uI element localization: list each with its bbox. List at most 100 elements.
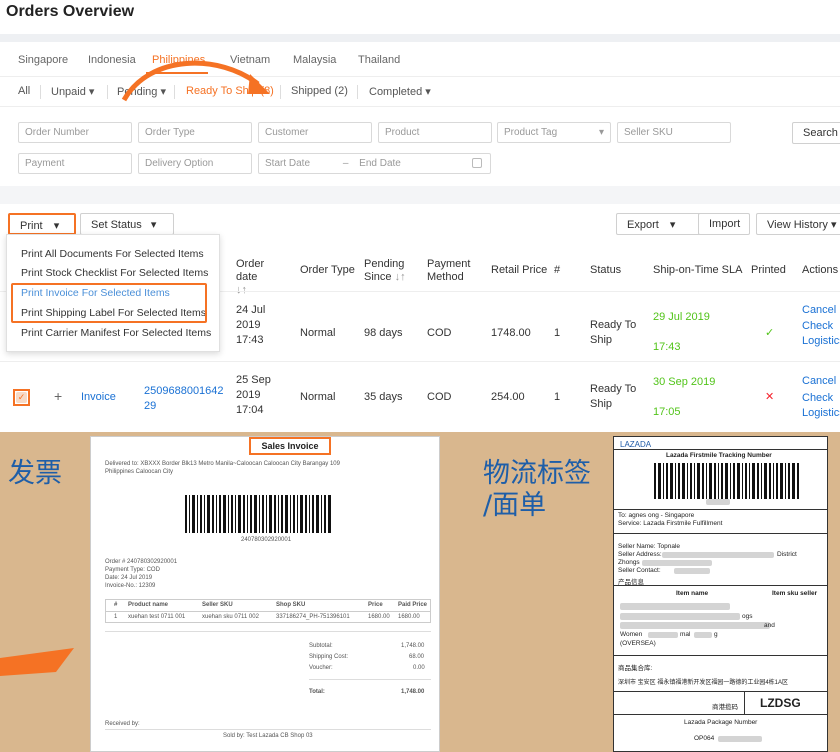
col-paid-price: Paid Price bbox=[398, 602, 428, 608]
status-tab-completed[interactable]: Completed ▾ bbox=[369, 85, 431, 98]
item-price: 1680.00 bbox=[368, 614, 390, 620]
ogs-text: ogs bbox=[742, 613, 753, 620]
sort-icon: ↓↑ bbox=[236, 284, 247, 296]
invoice-number: Invoice-No.: 12309 bbox=[105, 583, 156, 589]
subtotal-value: 1,748.00 bbox=[401, 643, 425, 649]
expand-plus-icon[interactable]: + bbox=[54, 389, 62, 404]
customer-input[interactable]: Customer bbox=[258, 122, 372, 143]
order-number-link[interactable]: 250968800164229 bbox=[144, 384, 226, 414]
menu-item-print-stock-checklist[interactable]: Print Stock Checklist For Selected Items bbox=[21, 267, 208, 279]
price-cell: 1748.00 bbox=[491, 327, 531, 339]
view-history-button[interactable]: View History ▾ bbox=[756, 213, 840, 235]
import-button[interactable]: Import bbox=[698, 213, 750, 235]
received-by: Received by: bbox=[105, 721, 140, 727]
column-header-printed: Printed bbox=[751, 264, 786, 276]
cancel-link[interactable]: Cancel bbox=[802, 303, 836, 318]
payment-type: Payment Type: COD bbox=[105, 567, 160, 573]
col-price: Price bbox=[368, 602, 383, 608]
status-tab-unpaid[interactable]: Unpaid ▾ bbox=[51, 85, 94, 98]
item-shop-sku: 337186274_PH-751396101 bbox=[276, 614, 350, 620]
product-tag-select[interactable]: Product Tag ▾ bbox=[497, 122, 611, 143]
calendar-icon bbox=[472, 158, 482, 168]
divider bbox=[40, 85, 41, 99]
product-input[interactable]: Product bbox=[378, 122, 492, 143]
seller-address: Seller Address: bbox=[618, 551, 662, 558]
status-tab-shipped[interactable]: Shipped (2) bbox=[291, 85, 348, 97]
tab-malaysia[interactable]: Malaysia bbox=[293, 54, 336, 66]
divider bbox=[614, 449, 827, 450]
status-cell: Ready To Ship bbox=[590, 383, 637, 410]
cancel-link[interactable]: Cancel bbox=[802, 374, 836, 389]
divider bbox=[0, 186, 840, 204]
label-caption-line2: /面单 bbox=[483, 490, 547, 521]
export-label: Export bbox=[627, 219, 659, 231]
divider bbox=[105, 631, 431, 632]
checkbox[interactable]: ✓ bbox=[16, 392, 27, 403]
divider bbox=[0, 361, 840, 362]
qty-cell: 1 bbox=[554, 327, 561, 339]
lazada-logo: LAZADA bbox=[620, 440, 652, 449]
divider bbox=[107, 85, 108, 99]
order-type-input[interactable]: Order Type bbox=[138, 122, 252, 143]
column-header-payment-method: Payment Method bbox=[427, 258, 471, 283]
menu-item-print-all-documents[interactable]: Print All Documents For Selected Items bbox=[21, 248, 204, 260]
column-header-status: Status bbox=[590, 264, 622, 276]
sort-icon: ↓↑ bbox=[394, 271, 406, 283]
divider bbox=[0, 34, 840, 42]
delivery-option-input[interactable]: Delivery Option bbox=[138, 153, 252, 174]
menu-item-print-carrier-manifest[interactable]: Print Carrier Manifest For Selected Item… bbox=[21, 327, 211, 339]
warehouse-label: 商品集合库: bbox=[618, 665, 653, 672]
set-status-button[interactable]: Set Status ▾ bbox=[80, 213, 174, 235]
warehouse-address: 深圳市 宝安区 福永镇福港新开发区福园一路德的工业园4栋1A区 bbox=[618, 680, 789, 686]
order-date-value: 25 Sep 2019 bbox=[236, 374, 271, 401]
subtotal-label: Subtotal: bbox=[309, 643, 333, 649]
order-date: 25 Sep 2019 17:04 bbox=[236, 373, 288, 418]
total-value: 1,748.00 bbox=[401, 689, 425, 695]
check-logistics-link[interactable]: Check Logistics bbox=[802, 391, 840, 421]
shipping-label-preview: LAZADA Lazada Firstmile Tracking Number … bbox=[613, 436, 828, 752]
column-header-sla: Ship-on-Time SLA bbox=[653, 264, 743, 276]
status-cell: Ready To Ship bbox=[590, 319, 637, 346]
column-header-pending-since[interactable]: Pending Since ↓↑ bbox=[364, 258, 416, 284]
tracking-title: Lazada Firstmile Tracking Number bbox=[666, 452, 772, 459]
check-logistics-link[interactable]: Check Logistics bbox=[802, 319, 840, 349]
redacted-block bbox=[620, 603, 730, 610]
invoice-link[interactable]: Invoice bbox=[81, 390, 116, 405]
tab-singapore[interactable]: Singapore bbox=[18, 54, 68, 66]
order-number-input[interactable]: Order Number bbox=[18, 122, 132, 143]
start-date-placeholder: Start Date bbox=[265, 158, 311, 169]
divider bbox=[614, 509, 827, 510]
sort-code-label: 商港揽码 bbox=[712, 704, 738, 711]
invoice-items-table: # Product name Seller SKU Shop SKU Price… bbox=[105, 599, 431, 623]
search-button[interactable]: Search bbox=[792, 122, 840, 144]
seller-contact: Seller Contact: bbox=[618, 567, 661, 574]
payment-cell: COD bbox=[427, 327, 452, 339]
label-caption-line1: 物流标签 bbox=[483, 458, 591, 489]
seller-sku-input[interactable]: Seller SKU bbox=[617, 122, 731, 143]
redacted-block bbox=[718, 736, 762, 742]
col-seller-sku: Seller SKU bbox=[202, 602, 233, 608]
date-separator: – bbox=[342, 158, 349, 169]
price-cell: 254.00 bbox=[491, 391, 525, 403]
payment-cell: COD bbox=[427, 391, 452, 403]
tab-thailand[interactable]: Thailand bbox=[358, 54, 400, 66]
invoice-title: Sales Invoice bbox=[249, 437, 331, 455]
redacted-block bbox=[620, 613, 740, 620]
women-text: Women bbox=[620, 631, 643, 638]
row-checkbox-highlight: ✓ bbox=[13, 389, 30, 406]
date-range-input[interactable]: Start Date – End Date bbox=[258, 153, 491, 174]
redacted-block bbox=[694, 632, 712, 638]
sla-cell: 30 Sep 2019 17:05 bbox=[653, 375, 715, 420]
export-button[interactable]: Export ▾ bbox=[616, 213, 704, 235]
divider bbox=[357, 85, 358, 99]
item-seller-sku: xuehan sku 0711 002 bbox=[202, 614, 259, 620]
district: District bbox=[777, 551, 797, 558]
status-tab-all[interactable]: All bbox=[18, 85, 30, 97]
payment-input[interactable]: Payment bbox=[18, 153, 132, 174]
product-tag-placeholder: Product Tag bbox=[504, 127, 558, 138]
order-date-value: 24 Jul 2019 bbox=[236, 304, 266, 331]
print-button[interactable]: Print ▾ bbox=[8, 213, 76, 235]
shipping-label: Shipping Cost: bbox=[309, 654, 349, 660]
sla-date: 30 Sep 2019 bbox=[653, 376, 716, 388]
caret-down-icon: ▾ bbox=[831, 219, 837, 231]
